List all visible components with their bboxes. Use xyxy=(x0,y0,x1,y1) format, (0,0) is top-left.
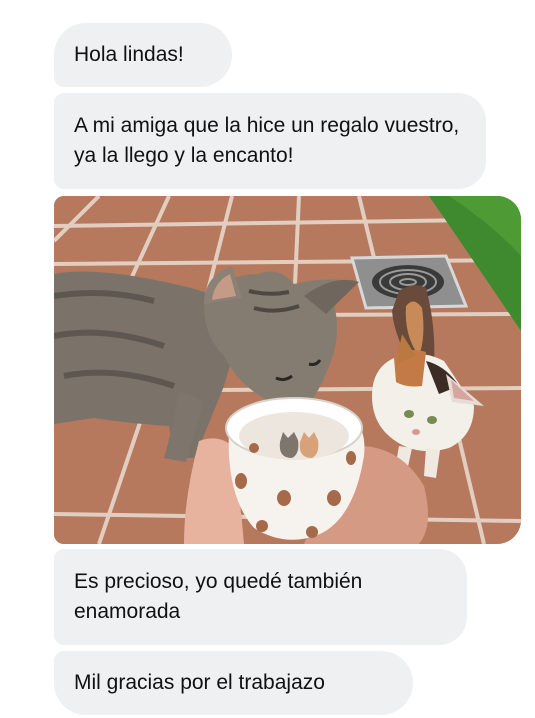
photo-attachment[interactable] xyxy=(54,196,521,544)
message-bubble[interactable]: A mi amiga que la hice un regalo vuestro… xyxy=(54,93,486,189)
message-text: Mil gracias por el trabajazo xyxy=(74,671,325,694)
message-bubble[interactable]: Mil gracias por el trabajazo xyxy=(54,651,413,715)
message-bubble[interactable]: Es precioso, yo quedé también enamorada xyxy=(54,549,467,645)
message-text: A mi amiga que la hice un regalo vuestro… xyxy=(74,114,460,167)
message-text: Es precioso, yo quedé también enamorada xyxy=(74,570,363,623)
chat-thread: Hola lindas! A mi amiga que la hice un r… xyxy=(0,0,535,718)
message-text: Hola lindas! xyxy=(74,43,184,66)
message-bubble[interactable]: Hola lindas! xyxy=(54,23,232,87)
